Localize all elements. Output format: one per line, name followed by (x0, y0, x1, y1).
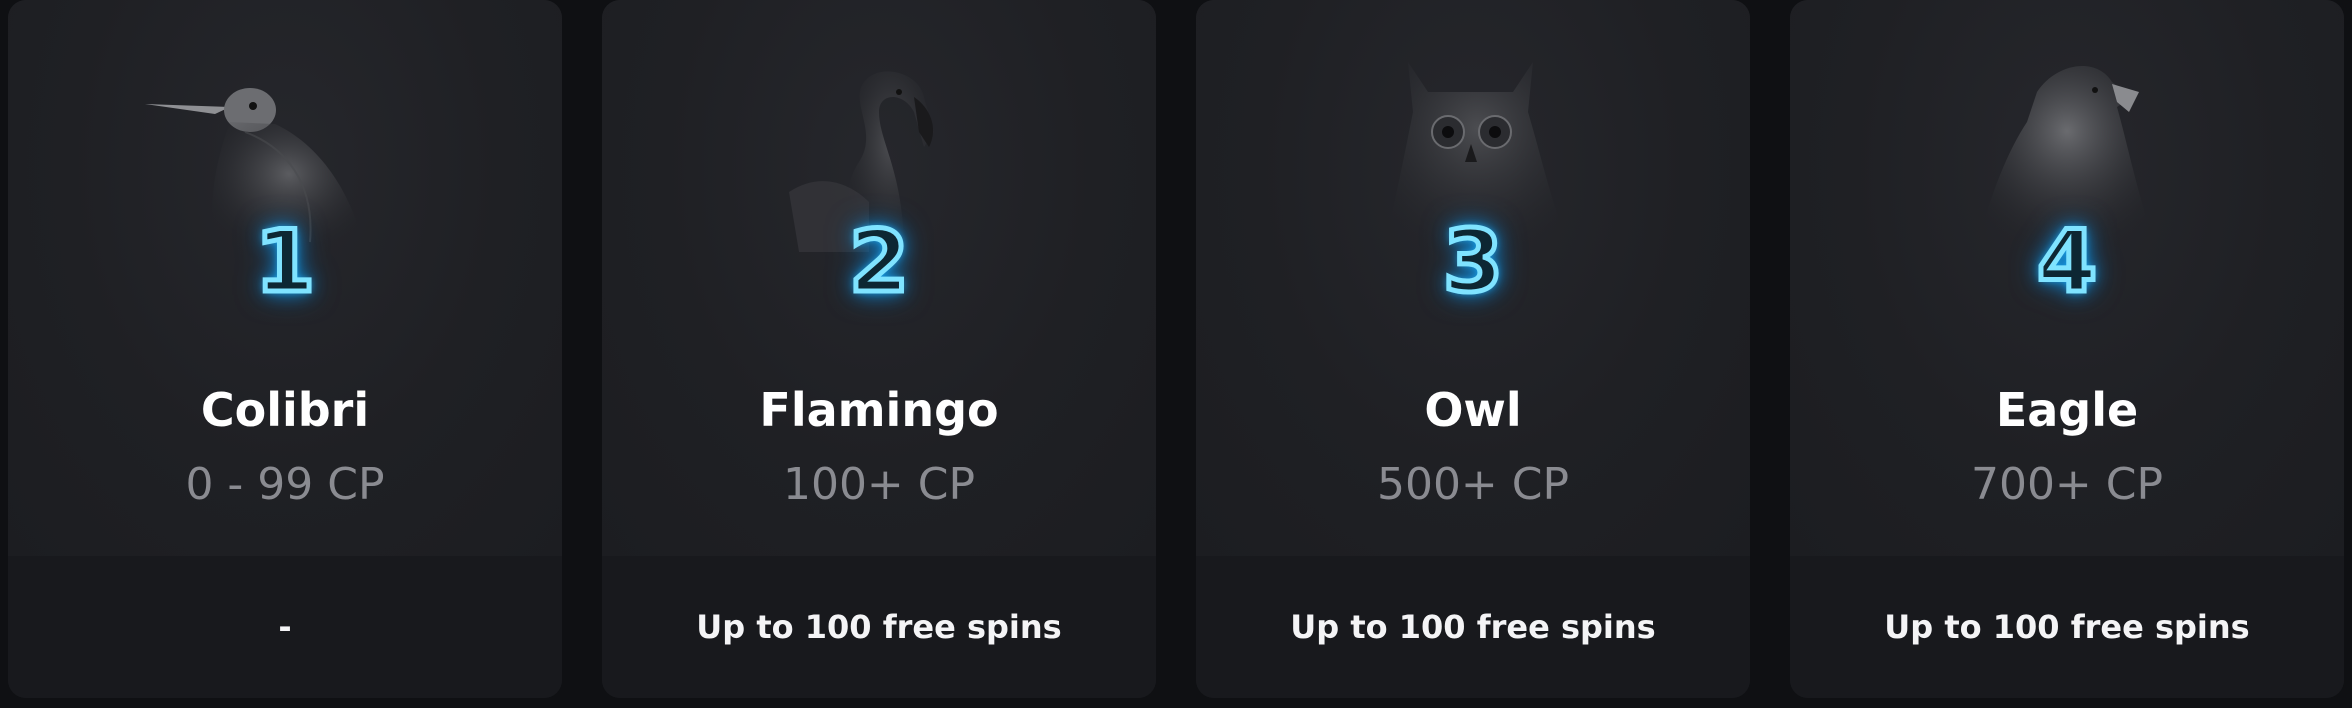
level-reward: Up to 100 free spins (696, 608, 1062, 646)
level-card-header: 1 Colibri 0 - 99 CP (8, 0, 562, 556)
level-card-header: 3 Owl 500+ CP (1196, 0, 1750, 556)
level-reward-footer: Up to 100 free spins (1790, 556, 2344, 698)
level-name: Owl (1424, 383, 1522, 437)
level-reward: - (278, 608, 292, 646)
level-name: Colibri (200, 383, 370, 437)
level-number: 1 (253, 210, 318, 315)
level-points-range: 500+ CP (1376, 459, 1570, 510)
level-number: 4 (2035, 210, 2100, 315)
level-card-header: 2 Flamingo 100+ CP (602, 0, 1156, 556)
level-points-range: 0 - 99 CP (185, 459, 385, 510)
level-name: Eagle (1995, 383, 2139, 437)
level-reward: Up to 100 free spins (1884, 608, 2250, 646)
level-card-eagle: 4 Eagle 700+ CP Up to 100 free spins (1790, 0, 2344, 698)
level-reward-footer: - (8, 556, 562, 698)
level-card-owl: 3 Owl 500+ CP Up to 100 free spins (1196, 0, 1750, 698)
level-points-range: 700+ CP (1970, 459, 2164, 510)
level-number: 2 (847, 210, 912, 315)
level-reward-footer: Up to 100 free spins (1196, 556, 1750, 698)
level-points-range: 100+ CP (782, 459, 976, 510)
level-number: 3 (1441, 210, 1506, 315)
loyalty-levels: 1 Colibri 0 - 99 CP - 2 Flamingo 100+ CP… (0, 0, 2352, 708)
level-card-flamingo: 2 Flamingo 100+ CP Up to 100 free spins (602, 0, 1156, 698)
level-reward: Up to 100 free spins (1290, 608, 1656, 646)
level-reward-footer: Up to 100 free spins (602, 556, 1156, 698)
level-card-header: 4 Eagle 700+ CP (1790, 0, 2344, 556)
level-card-colibri: 1 Colibri 0 - 99 CP - (8, 0, 562, 698)
level-name: Flamingo (759, 383, 999, 437)
